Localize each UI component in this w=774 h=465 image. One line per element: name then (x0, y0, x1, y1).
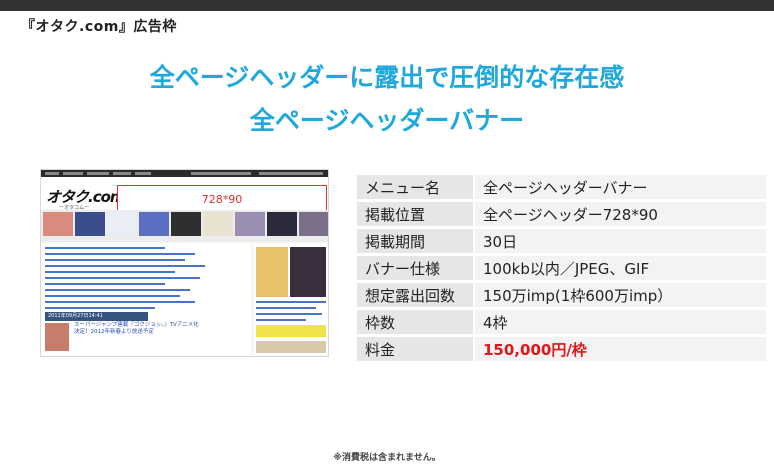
preview-news-image (45, 323, 69, 351)
spec-value: 全ページヘッダー728*90 (475, 202, 766, 226)
table-row: メニュー名 全ページヘッダーバナー (357, 175, 766, 199)
ad-spec-table: メニュー名 全ページヘッダーバナー 掲載位置 全ページヘッダー728*90 掲載… (357, 172, 766, 364)
tax-footnote: ※消費税は含まれません。 (333, 453, 441, 463)
spec-value: 4枠 (475, 310, 766, 334)
spec-label: 想定露出回数 (357, 283, 475, 307)
table-row: 枠数 4枠 (357, 310, 766, 334)
spec-value: 150万imp(1枠600万imp） (475, 283, 766, 307)
headline-main: 全ページヘッダーに露出で圧倒的な存在感 (149, 63, 625, 92)
preview-article-list (41, 243, 251, 355)
table-row: 掲載位置 全ページヘッダー728*90 (357, 202, 766, 226)
headline-sub: 全ページヘッダーバナー (249, 106, 525, 135)
spec-label: バナー仕様 (357, 256, 475, 280)
preview-header: オタク.com ーオタコムー 728*90 (41, 177, 328, 215)
site-preview-image: オタク.com ーオタコムー 728*90 2011年09月27日14:41 ス… (40, 169, 329, 357)
table-row: バナー仕様 100kb以内／JPEG、GIF (357, 256, 766, 280)
table-row: 掲載期間 30日 (357, 229, 766, 253)
preview-top-nav (41, 170, 328, 177)
spec-label: メニュー名 (357, 175, 475, 199)
preview-thumbnail-strip (41, 210, 328, 242)
spec-value: 全ページヘッダーバナー (475, 175, 766, 199)
spec-label: 掲載期間 (357, 229, 475, 253)
spec-label: 掲載位置 (357, 202, 475, 226)
spec-value: 30日 (475, 229, 766, 253)
price-value: 150,000円/枠 (475, 337, 766, 361)
spec-label: 枠数 (357, 310, 475, 334)
preview-news-headline: スーパージャンプ連載『ゴクジョッ。』TVアニメ化決定！2012年新春より放送予定 (74, 322, 199, 335)
table-row: 想定露出回数 150万imp(1枠600万imp） (357, 283, 766, 307)
spec-label: 料金 (357, 337, 475, 361)
banner-size-label: 728*90 (201, 193, 243, 206)
top-bar (0, 0, 774, 11)
page-title: 『オタク.com』広告枠 (21, 19, 177, 35)
spec-value: 100kb以内／JPEG、GIF (475, 256, 766, 280)
preview-sidebar (254, 243, 328, 355)
table-row: 料金 150,000円/枠 (357, 337, 766, 361)
preview-date-bar: 2011年09月27日14:41 (45, 312, 148, 321)
